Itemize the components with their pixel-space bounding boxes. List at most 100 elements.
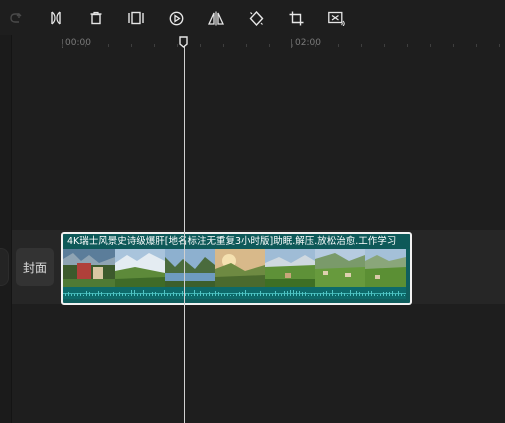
- waveform-bar: [110, 293, 111, 296]
- clip-thumbnail: [115, 249, 165, 287]
- waveform-bar: [95, 293, 96, 296]
- waveform-bar: [179, 294, 180, 296]
- waveform-bar: [197, 293, 198, 296]
- waveform-bar: [68, 292, 69, 296]
- waveform-bar: [134, 290, 135, 296]
- waveform-bar: [398, 290, 399, 296]
- left-gutter: [0, 35, 12, 423]
- smart-cutout-button[interactable]: [326, 8, 346, 28]
- waveform-bar: [245, 290, 246, 296]
- redo-button[interactable]: [6, 8, 26, 28]
- crop-button[interactable]: [286, 8, 306, 28]
- waveform-bar: [323, 291, 324, 296]
- waveform-bar: [89, 292, 90, 296]
- waveform-bar: [251, 292, 252, 296]
- waveform-bar: [338, 293, 339, 296]
- time-ruler[interactable]: 00:00 02:00: [12, 35, 505, 51]
- waveform-bar: [212, 293, 213, 296]
- waveform-bar: [149, 292, 150, 296]
- delete-button[interactable]: [86, 8, 106, 28]
- cover-button[interactable]: 封面: [16, 248, 54, 286]
- waveform-bar: [401, 294, 402, 296]
- waveform-bar: [332, 290, 333, 296]
- waveform-bar: [368, 291, 369, 296]
- waveform-bar: [335, 295, 336, 296]
- waveform-bar: [86, 290, 87, 296]
- clip-title: 4K瑞士风景史诗级爆肝[地名标注无重复3小时版]助眠.解压.放松治愈.工作学习: [63, 234, 410, 249]
- clip-thumbnail: [63, 249, 115, 287]
- waveform-bar: [107, 292, 108, 296]
- smart-cutout-icon: [327, 11, 345, 26]
- waveform-bar: [92, 292, 93, 296]
- waveform-bar: [128, 294, 129, 296]
- waveform-bar: [227, 292, 228, 296]
- waveform-bar: [239, 291, 240, 296]
- ruler-label-0: 00:00: [65, 38, 91, 48]
- waveform-bar: [200, 290, 201, 296]
- redo-icon: [10, 13, 22, 23]
- waveform-bar: [71, 294, 72, 296]
- waveform-bar: [272, 293, 273, 296]
- waveform-bar: [158, 293, 159, 296]
- waveform-bar: [296, 290, 297, 296]
- ruler-minor-tick: [476, 44, 477, 47]
- rotate-button[interactable]: [246, 8, 266, 28]
- ruler-minor-tick: [200, 44, 201, 47]
- waveform-bar: [374, 293, 375, 296]
- waveform-bar: [395, 293, 396, 296]
- clip-thumbnail: [315, 249, 365, 287]
- waveform-bar: [236, 292, 237, 296]
- video-clip[interactable]: 4K瑞士风景史诗级爆肝[地名标注无重复3小时版]助眠.解压.放松治愈.工作学习: [61, 232, 412, 305]
- waveform-bar: [125, 294, 126, 296]
- ruler-minor-tick: [430, 44, 431, 47]
- waveform-bar: [311, 293, 312, 296]
- ruler-minor-tick: [154, 44, 155, 47]
- waveform-bar: [266, 292, 267, 296]
- cover-button-label: 封面: [22, 260, 47, 275]
- waveform-bar: [278, 294, 279, 296]
- freeze-frame-button[interactable]: [126, 8, 146, 28]
- mirror-button[interactable]: [206, 8, 226, 28]
- waveform-bar: [101, 291, 102, 296]
- waveform-bar: [119, 292, 120, 296]
- waveform-bar: [131, 290, 132, 296]
- waveform-bar: [176, 293, 177, 296]
- waveform-bar: [284, 291, 285, 296]
- waveform-bar: [377, 294, 378, 296]
- playhead-line[interactable]: [184, 44, 185, 423]
- waveform-bar: [161, 294, 162, 296]
- waveform-bar: [224, 293, 225, 296]
- track-side-handle[interactable]: [0, 248, 9, 286]
- ruler-minor-tick: [85, 44, 86, 47]
- waveform-bar: [254, 292, 255, 296]
- play-segment-button[interactable]: [166, 8, 186, 28]
- waveform-bar: [206, 293, 207, 296]
- waveform-bar: [170, 293, 171, 296]
- timeline-toolbar: [0, 0, 505, 35]
- ruler-minor-tick: [269, 44, 270, 47]
- split-button[interactable]: [46, 8, 66, 28]
- waveform-bar: [194, 290, 195, 296]
- waveform-bar: [383, 291, 384, 296]
- waveform-bar: [308, 294, 309, 296]
- rotate-icon: [249, 10, 263, 26]
- waveform-bar: [356, 290, 357, 296]
- clip-audio-waveform: [63, 287, 406, 299]
- ruler-minor-tick: [246, 44, 247, 47]
- clip-thumbnail: [215, 249, 265, 287]
- clip-thumbnail: [365, 249, 406, 287]
- playhead-handle-icon[interactable]: [179, 36, 188, 48]
- ruler-minor-tick: [292, 44, 293, 47]
- waveform-bar: [275, 291, 276, 296]
- waveform-bar: [392, 290, 393, 296]
- ruler-minor-tick: [177, 44, 178, 47]
- waveform-bar: [350, 290, 351, 296]
- waveform-bar: [314, 293, 315, 296]
- play-segment-icon: [169, 11, 183, 25]
- waveform-bar: [371, 290, 372, 296]
- waveform-bar: [257, 292, 258, 296]
- waveform-bar: [263, 292, 264, 296]
- waveform-bar: [155, 291, 156, 296]
- clip-thumbnail: [165, 249, 215, 287]
- waveform-bar: [233, 294, 234, 296]
